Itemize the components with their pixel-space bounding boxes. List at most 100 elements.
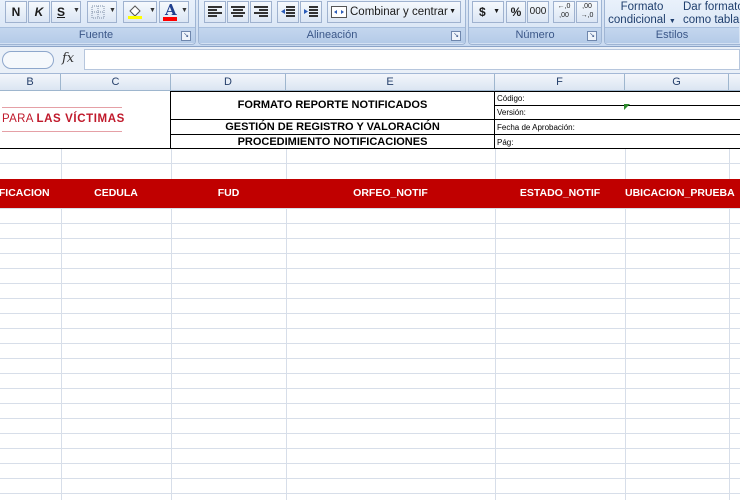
decrease-indent-button[interactable] <box>277 1 299 23</box>
row-gridline <box>0 268 740 269</box>
column-header-c[interactable]: C <box>61 74 171 90</box>
merge-center-button[interactable]: Combinar y centrar ▼ <box>327 1 461 23</box>
gridline <box>171 91 172 500</box>
pag-label: Pág: <box>497 138 514 147</box>
header-fud[interactable]: FUD <box>171 179 286 208</box>
decrease-decimal-button[interactable]: ,00 →,0 <box>576 1 598 23</box>
gridline <box>729 91 730 500</box>
column-header-f[interactable]: F <box>495 74 625 90</box>
styles-group-label: Estilos <box>605 27 739 43</box>
row-gridline <box>0 208 740 209</box>
row-gridline <box>0 373 740 374</box>
column-header-d[interactable]: D <box>171 74 286 90</box>
gridline <box>286 91 287 500</box>
column-header-e[interactable]: E <box>286 74 495 90</box>
formula-bar: fx <box>0 47 740 74</box>
currency-button[interactable]: $ ▼ <box>472 1 504 23</box>
comment-indicator-icon <box>624 104 630 110</box>
row-gridline <box>0 478 740 479</box>
number-group-label: Número <box>469 27 601 43</box>
font-color-swatch <box>163 17 177 21</box>
bold-button[interactable]: N <box>5 1 27 23</box>
align-left-icon <box>208 6 222 17</box>
column-header-h[interactable] <box>729 74 740 90</box>
row-gridline <box>0 283 740 284</box>
row-gridline <box>0 313 740 314</box>
fill-color-dropdown-icon[interactable]: ▼ <box>149 7 156 14</box>
column-header-b[interactable]: B <box>0 74 61 90</box>
font-group: N K S ▼ ▼ ▼ A ▼ Fuente ↘ <box>0 0 196 45</box>
column-header-bar: B C D E F G <box>0 74 740 91</box>
name-box[interactable] <box>2 51 54 69</box>
header-ubicacion-prueba[interactable]: UBICACION_PRUEBA <box>625 179 735 208</box>
font-dialog-launcher[interactable]: ↘ <box>181 31 191 41</box>
format-as-table-label-1: Dar formato <box>683 1 740 13</box>
align-left-button[interactable] <box>204 1 226 23</box>
row-gridline <box>0 403 740 404</box>
currency-dropdown-icon[interactable]: ▼ <box>493 2 500 22</box>
document-header-block: PARA LAS VÍCTIMAS FORMATO REPORTE NOTIFI… <box>0 91 740 149</box>
italic-button[interactable]: K <box>28 1 50 23</box>
header-notificacion[interactable]: OTIFICACION <box>0 179 61 208</box>
align-center-button[interactable] <box>227 1 249 23</box>
alignment-group: Combinar y centrar ▼ Alineación ↘ <box>198 0 466 45</box>
header-orfeo-notif[interactable]: ORFEO_NOTIF <box>286 179 495 208</box>
gridline <box>625 91 626 500</box>
percent-button[interactable]: % <box>506 1 526 23</box>
row-gridline <box>0 163 740 164</box>
worksheet-grid[interactable]: PARA LAS VÍCTIMAS FORMATO REPORTE NOTIFI… <box>0 91 740 500</box>
row-gridline <box>0 328 740 329</box>
table-header-row: OTIFICACION CEDULA FUD ORFEO_NOTIF ESTAD… <box>0 179 740 208</box>
underline-dropdown-icon[interactable]: ▼ <box>73 7 80 14</box>
font-color-dropdown-icon[interactable]: ▼ <box>181 7 188 14</box>
row-gridline <box>0 388 740 389</box>
format-as-table-button[interactable]: Dar formato como tabla <box>679 0 740 28</box>
procedure-title: PROCEDIMIENTO NOTIFICACIONES <box>237 136 428 148</box>
row-gridline <box>0 223 740 224</box>
merge-dropdown-icon[interactable]: ▼ <box>449 2 456 22</box>
row-gridline <box>0 463 740 464</box>
increase-decimal-button[interactable]: ←,0 ,00 <box>553 1 575 23</box>
row-gridline <box>0 253 740 254</box>
underline-label: S <box>57 5 66 19</box>
conditional-format-button[interactable]: Formato condicional ▼ <box>607 0 677 28</box>
row-gridline <box>0 343 740 344</box>
increase-indent-icon <box>304 6 318 17</box>
header-estado-notif[interactable]: ESTADO_NOTIF <box>495 179 625 208</box>
header-cedula[interactable]: CEDULA <box>61 179 171 208</box>
merge-center-label: Combinar y centrar <box>350 6 448 18</box>
font-group-label: Fuente <box>0 27 195 43</box>
formula-input[interactable] <box>84 49 740 70</box>
borders-dropdown-icon[interactable]: ▼ <box>109 7 116 14</box>
alignment-group-label: Alineación <box>199 27 465 43</box>
row-gridline <box>0 238 740 239</box>
row-gridline <box>0 433 740 434</box>
insert-function-icon[interactable]: fx <box>62 51 74 66</box>
gridline <box>495 91 496 500</box>
alignment-dialog-launcher[interactable]: ↘ <box>451 31 461 41</box>
codigo-label: Código: <box>497 94 525 103</box>
increase-indent-button[interactable] <box>300 1 322 23</box>
conditional-format-label-2: condicional ▼ <box>608 14 676 26</box>
thousands-separator-button[interactable]: 000 <box>527 1 549 23</box>
row-gridline <box>0 493 740 494</box>
report-title: FORMATO REPORTE NOTIFICADOS <box>237 99 428 111</box>
report-subtitle: GESTIÓN DE REGISTRO Y VALORACIÓN <box>225 121 440 133</box>
row-gridline <box>0 418 740 419</box>
align-right-icon <box>254 6 268 17</box>
gridline <box>61 91 62 500</box>
number-group: $ ▼ % 000 ←,0 ,00 ,00 →,0 Número ↘ <box>468 0 602 45</box>
align-right-button[interactable] <box>250 1 272 23</box>
version-label: Versión: <box>497 108 526 117</box>
align-center-icon <box>231 6 245 17</box>
row-gridline <box>0 448 740 449</box>
conditional-format-label-1: Formato <box>620 1 664 13</box>
column-header-g[interactable]: G <box>625 74 729 90</box>
row-gridline <box>0 298 740 299</box>
ribbon: N K S ▼ ▼ ▼ A ▼ Fuente ↘ Combinar y cent… <box>0 0 740 47</box>
borders-icon <box>91 5 105 19</box>
logo-text: PARA LAS VÍCTIMAS <box>2 113 125 125</box>
row-gridline <box>0 358 740 359</box>
number-dialog-launcher[interactable]: ↘ <box>587 31 597 41</box>
currency-label: $ <box>479 5 486 19</box>
